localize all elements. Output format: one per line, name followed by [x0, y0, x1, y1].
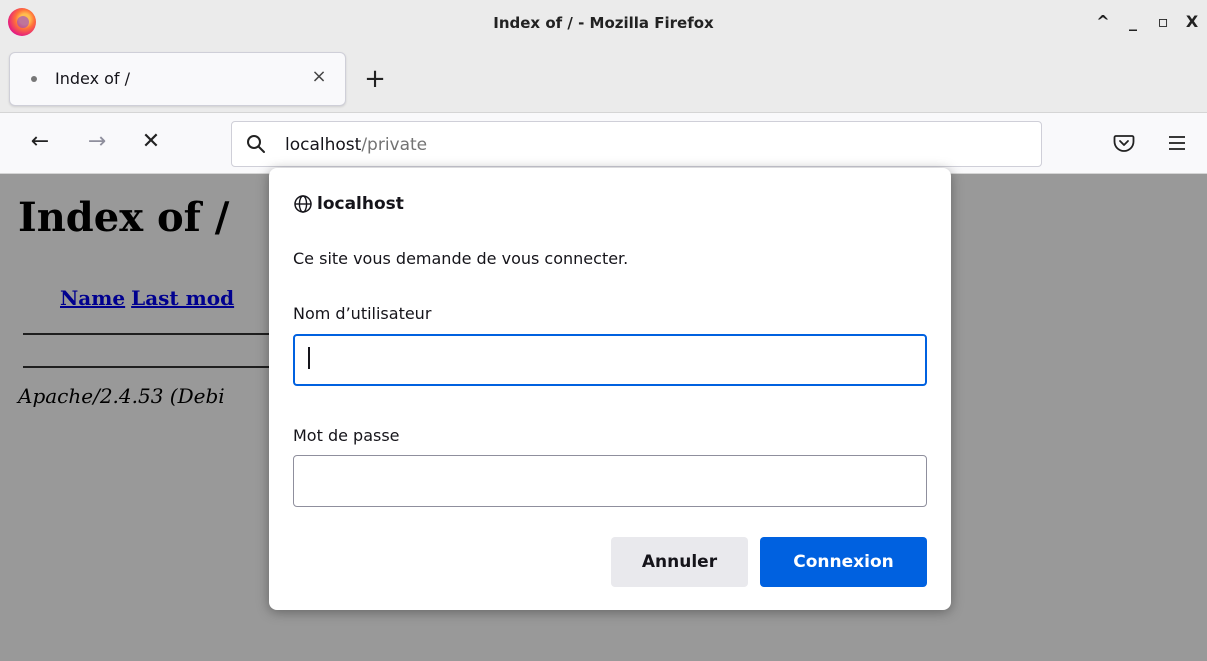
window-maximize-button[interactable]: ▫	[1152, 12, 1174, 32]
dialog-message: Ce site vous demande de vous connecter.	[293, 249, 629, 268]
tab-loading-icon	[31, 76, 37, 82]
url-path: /private	[361, 135, 428, 155]
window-close-button[interactable]: X	[1181, 12, 1203, 32]
url-bar[interactable]: localhost/private	[231, 121, 1042, 167]
url-text: localhost/private	[285, 135, 427, 155]
forward-button[interactable]: →	[82, 127, 112, 157]
login-button[interactable]: Connexion	[760, 537, 927, 587]
text-caret	[308, 347, 310, 369]
pocket-icon[interactable]	[1111, 130, 1137, 156]
stop-button[interactable]: ✕	[136, 127, 166, 157]
tab-index[interactable]: Index of / ×	[9, 52, 346, 106]
cancel-button[interactable]: Annuler	[611, 537, 748, 587]
username-label: Nom d’utilisateur	[293, 304, 432, 323]
navigation-bar: ← → ✕ localhost/private	[0, 112, 1207, 174]
password-field[interactable]	[293, 455, 927, 507]
hamburger-menu-icon[interactable]	[1164, 130, 1190, 156]
username-field[interactable]	[293, 334, 927, 386]
window-minimize-button[interactable]: _	[1122, 12, 1144, 32]
url-host: localhost	[285, 135, 362, 155]
window-title: Index of / - Mozilla Firefox	[493, 14, 714, 32]
auth-dialog: localhost Ce site vous demande de vous c…	[269, 168, 951, 610]
password-label: Mot de passe	[293, 426, 400, 445]
tab-strip: Index of / × +	[0, 52, 1207, 112]
search-icon	[247, 135, 265, 153]
tab-title: Index of /	[55, 69, 131, 88]
dialog-host: localhost	[317, 194, 404, 214]
new-tab-button[interactable]: +	[360, 64, 390, 94]
window-collapse-button[interactable]: ^	[1092, 12, 1114, 32]
globe-icon	[294, 195, 312, 213]
back-button[interactable]: ←	[25, 127, 55, 157]
tab-close-button[interactable]: ×	[308, 66, 330, 87]
window-titlebar: Index of / - Mozilla Firefox ^ _ ▫ X	[0, 0, 1207, 52]
